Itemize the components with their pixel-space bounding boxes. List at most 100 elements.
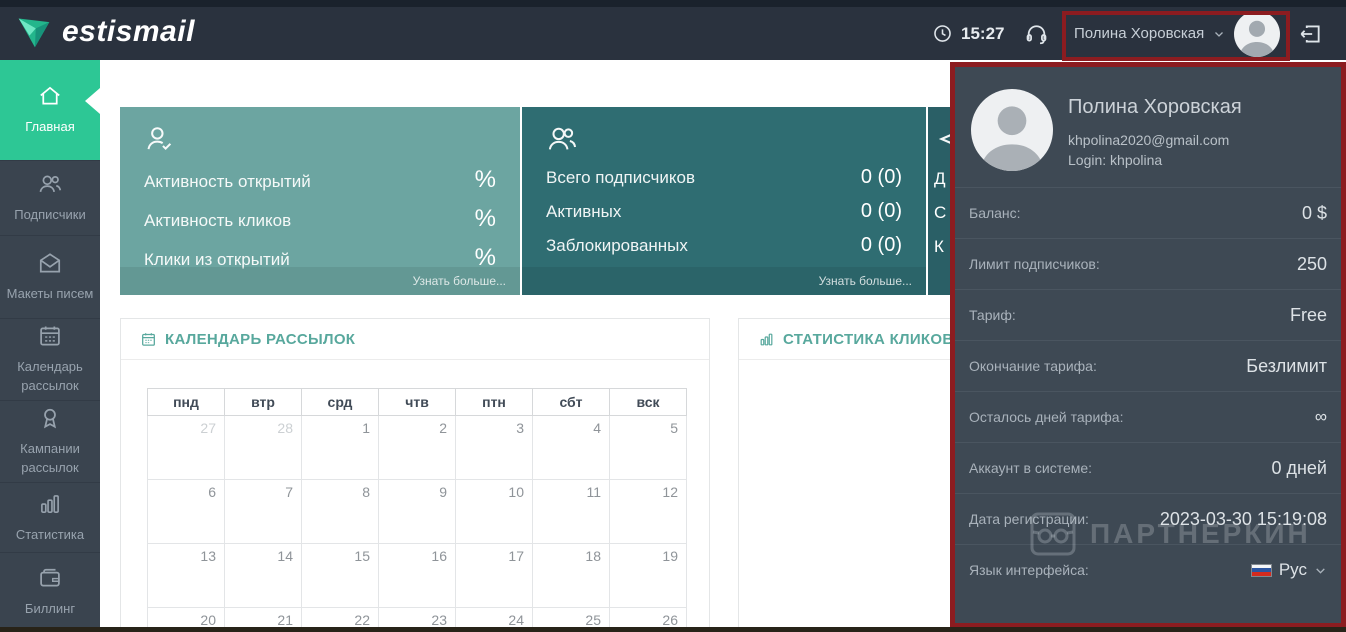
weekday-header: срд	[301, 388, 379, 416]
sidebar-item-statistics[interactable]: Статистика	[0, 482, 100, 552]
stat-label: Заблокированных	[546, 236, 688, 255]
weekday-header: чтв	[378, 388, 456, 416]
calendar-day[interactable]: 15	[301, 543, 379, 608]
avatar[interactable]	[1234, 10, 1281, 57]
bottom-edge	[0, 627, 1346, 632]
stat-label: Активных	[546, 202, 622, 221]
row-label: Лимит подписчиков:	[969, 256, 1100, 272]
profile-dropdown-panel: Полина Хоровская khpolina2020@gmail.com …	[950, 62, 1346, 628]
chevron-down-icon	[1314, 564, 1327, 577]
row-value: Рус	[1278, 560, 1307, 579]
brand-triangle-icon	[16, 14, 52, 50]
logout-button[interactable]	[1297, 7, 1323, 60]
sidebar: Главная Подписчики Макеты писем Календар…	[0, 60, 100, 632]
headphones-icon	[1024, 21, 1049, 46]
calendar-day[interactable]: 1	[301, 415, 379, 480]
chevron-down-icon	[1213, 28, 1225, 40]
calendar-day[interactable]: 7	[224, 479, 302, 544]
brand-logo[interactable]: estismail	[16, 14, 195, 50]
sidebar-item-label: Статистика	[15, 526, 85, 542]
row-label: Окончание тарифа:	[969, 358, 1097, 374]
calendar-day[interactable]: 5	[609, 415, 687, 480]
profile-row-days-left: Осталось дней тарифа: ∞	[955, 391, 1341, 442]
profile-row-subscriber-limit: Лимит подписчиков: 250	[955, 238, 1341, 289]
row-value: ∞	[1314, 407, 1327, 426]
learn-more-link[interactable]: Узнать больше...	[522, 267, 926, 295]
weekday-header: пнд	[147, 388, 225, 416]
calendar-day[interactable]: 14	[224, 543, 302, 608]
stat-label: Активность кликов	[144, 211, 292, 230]
stat-value: 0 (0)	[860, 166, 902, 188]
calendar-day[interactable]: 12	[609, 479, 687, 544]
sidebar-item-mail-templates[interactable]: Макеты писем	[0, 235, 100, 318]
calendar-day[interactable]: 3	[455, 415, 533, 480]
sidebar-item-label: Кампании рассылок	[20, 441, 80, 475]
calendar-card-title: КАЛЕНДАРЬ РАССЫЛОК	[165, 330, 356, 348]
calendar-day[interactable]: 17	[455, 543, 533, 608]
sidebar-item-campaigns[interactable]: Кампании рассылок	[0, 400, 100, 482]
language-selector[interactable]: Рус	[1250, 560, 1327, 580]
calendar-day[interactable]: 8	[301, 479, 379, 544]
sidebar-item-billing[interactable]: Биллинг	[0, 552, 100, 630]
calendar-day[interactable]: 11	[532, 479, 610, 544]
clock-icon	[932, 23, 953, 44]
calendar-day[interactable]: 2	[378, 415, 456, 480]
calendar-day[interactable]: 9	[378, 479, 456, 544]
support-button[interactable]	[1024, 7, 1049, 60]
user-name: Полина Хоровская	[1074, 25, 1205, 42]
campaigns-icon	[37, 405, 63, 431]
clock-widget: 15:27	[932, 7, 1004, 60]
row-value: 0 дней	[1271, 457, 1327, 478]
subscribers-card: Всего подписчиков 0 (0) Активных 0 (0) З…	[522, 107, 926, 295]
stat-value: 0 (0)	[860, 200, 902, 222]
weekday-header: вск	[609, 388, 687, 416]
russia-flag-icon	[1250, 563, 1272, 577]
sidebar-item-label: Макеты писем	[6, 286, 94, 302]
calendar-icon	[140, 331, 157, 348]
calendar-day[interactable]: 27	[147, 415, 225, 480]
profile-login: Login: khpolina	[1068, 152, 1163, 168]
subscribers-icon	[37, 171, 63, 197]
home-icon	[37, 83, 63, 109]
calendar-day[interactable]: 19	[609, 543, 687, 608]
learn-more-link[interactable]: Узнать больше...	[120, 267, 520, 295]
stat-value: 0 (0)	[860, 234, 902, 256]
calendar-day[interactable]: 16	[378, 543, 456, 608]
calendar-day[interactable]: 28	[224, 415, 302, 480]
weekday-header: птн	[455, 388, 533, 416]
sidebar-item-subscribers[interactable]: Подписчики	[0, 160, 100, 235]
stat-value: %	[474, 166, 496, 193]
row-value: Безлимит	[1246, 355, 1327, 376]
row-value: 0 $	[1301, 202, 1327, 223]
calendar-day[interactable]: 10	[455, 479, 533, 544]
profile-summary: Полина Хоровская khpolina2020@gmail.com …	[955, 67, 1341, 187]
stat-row: Активность открытий %	[144, 166, 496, 194]
stat-row: Всего подписчиков 0 (0)	[546, 166, 902, 189]
row-label: Осталось дней тарифа:	[969, 409, 1124, 425]
stat-label: Всего подписчиков	[546, 168, 695, 187]
profile-row-balance: Баланс: 0 $	[955, 187, 1341, 238]
calendar-card-header: КАЛЕНДАРЬ РАССЫЛОК	[121, 319, 709, 360]
brand-name: estismail	[62, 15, 195, 48]
logout-icon	[1297, 21, 1323, 47]
row-label: Язык интерфейса:	[969, 562, 1089, 578]
stat-value: %	[474, 205, 496, 232]
weekday-header: сбт	[532, 388, 610, 416]
sidebar-item-calendar[interactable]: Календарь рассылок	[0, 318, 100, 400]
row-label: Дата регистрации:	[969, 511, 1089, 527]
bar-chart-icon	[758, 331, 775, 348]
users-icon	[546, 123, 902, 155]
billing-icon	[37, 565, 63, 591]
mail-templates-icon	[37, 250, 63, 276]
user-menu[interactable]: Полина Хоровская	[1074, 7, 1281, 60]
sidebar-item-label: Календарь рассылок	[17, 359, 83, 393]
calendar-day[interactable]: 6	[147, 479, 225, 544]
sidebar-item-home[interactable]: Главная	[0, 60, 100, 160]
row-label: Тариф:	[969, 307, 1016, 323]
calendar-day[interactable]: 13	[147, 543, 225, 608]
calendar-day[interactable]: 4	[532, 415, 610, 480]
profile-row-language: Язык интерфейса: Рус	[955, 544, 1341, 595]
top-navbar: estismail 15:27 Полина Хоровская	[0, 0, 1346, 60]
calendar-day[interactable]: 18	[532, 543, 610, 608]
stat-row: Активность кликов %	[144, 205, 496, 233]
